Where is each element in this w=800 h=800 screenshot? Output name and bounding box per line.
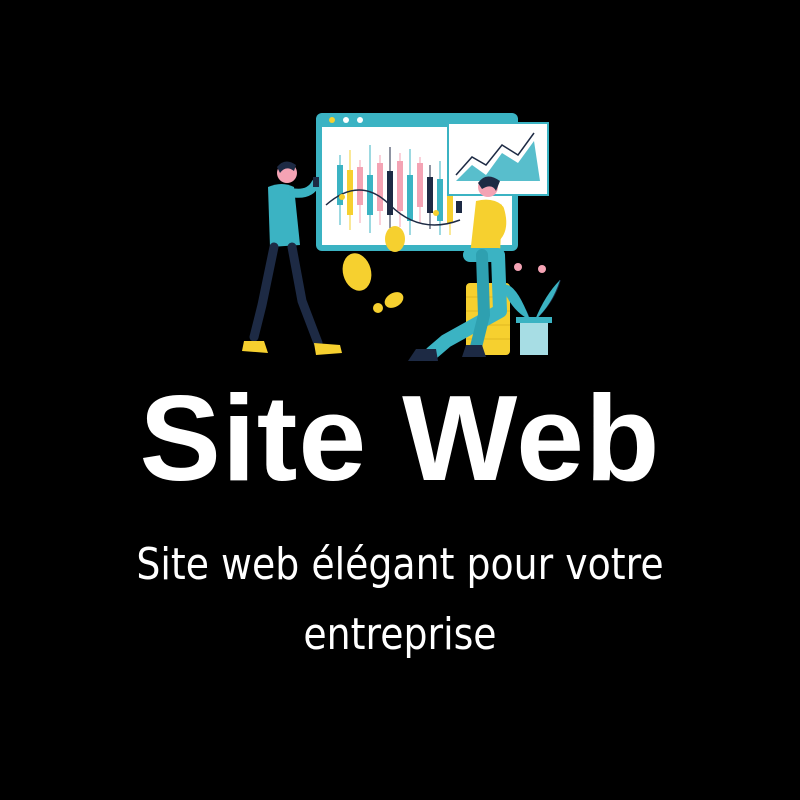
plant-icon: [501, 263, 561, 355]
page-title: Site Web: [139, 370, 661, 506]
business-people-chart-illustration: [230, 105, 570, 370]
page-subtitle: Site web élégant pour votre entreprise: [136, 539, 664, 660]
